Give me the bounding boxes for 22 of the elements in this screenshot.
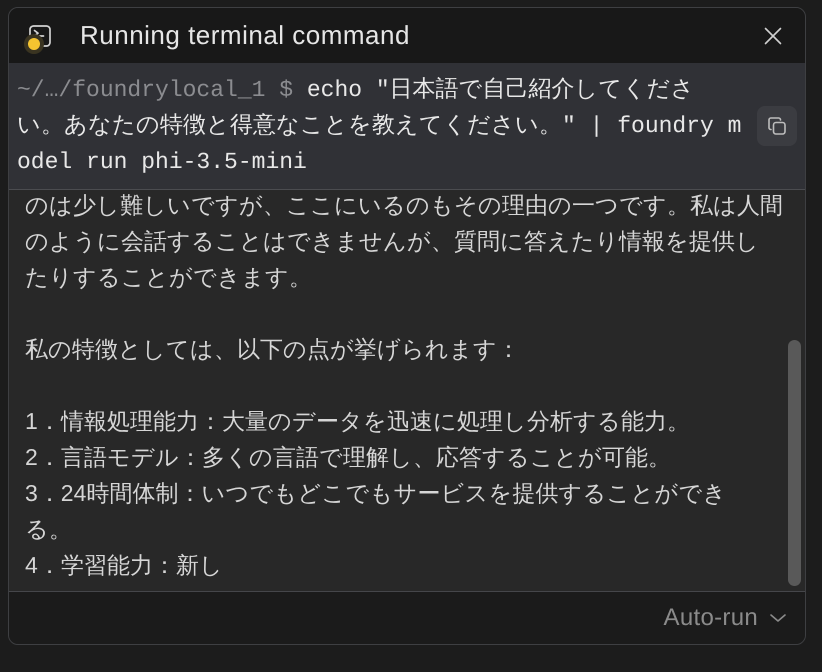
output-line: 1．情報処理能力：大量のデータを迅速に処理し分析する能力。 [25,407,690,436]
copy-button[interactable] [757,106,797,146]
command-prompt: ~/…/foundrylocal_1 $ [17,77,294,103]
auto-run-dropdown[interactable]: Auto-run [664,600,787,636]
panel-title: Running terminal command [80,20,410,52]
command-text: odel run phi-3.5-mini [17,149,307,175]
command-text: い。あなたの特徴と得意なことを教えてください。" | foundry m [17,113,742,139]
output-line: 4．学習能力：新し [25,551,223,580]
terminal-icon [28,24,52,48]
output-line: たりすることができます。 [25,263,312,292]
close-button[interactable] [764,26,782,44]
output-line: る。 [25,515,72,544]
close-icon [764,26,782,44]
output-line: 2．言語モデル：多くの言語で理解し、応答することが可能。 [25,443,671,472]
output-line: 私の特徴としては、以下の点が挙げられます： [25,335,520,364]
copy-icon [767,116,787,136]
command-text: echo "日本語で自己紹介してくださ [306,77,695,103]
caret-icon [769,613,787,623]
scrollbar-thumb[interactable] [788,340,801,586]
output-line: 3．24時間体制：いつでもどこでもサービスを提供することができ [25,479,726,508]
output-line: のは少し難しいですが、ここにいるのもその理由の一つです。私は人間 [25,191,783,220]
output-line: のように会話することはできませんが、質問に答えたり情報を提供し [25,227,759,256]
